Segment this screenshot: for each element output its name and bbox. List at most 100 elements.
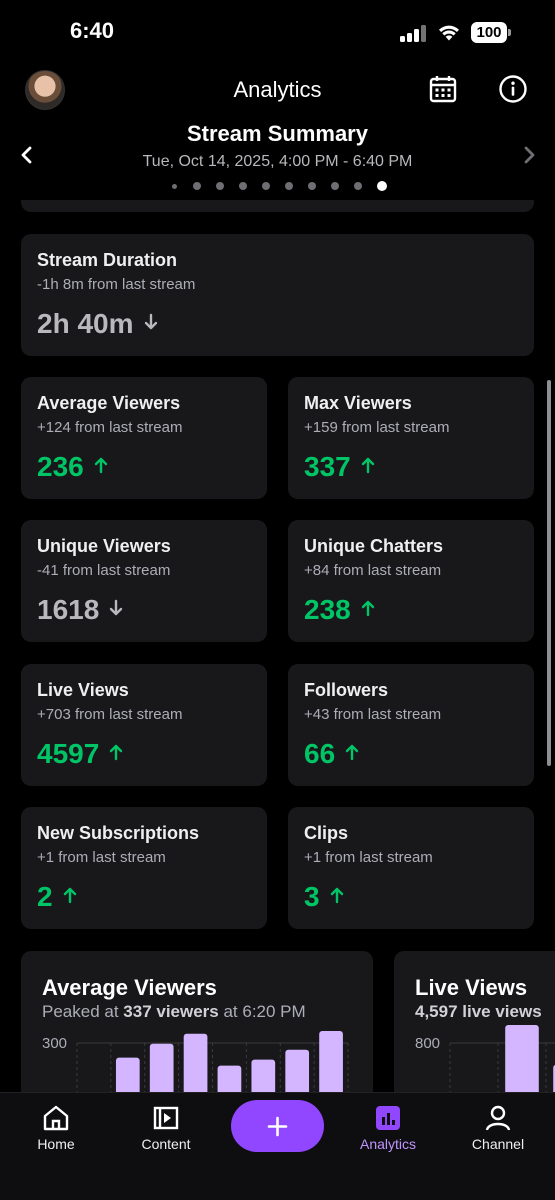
page-dot[interactable] — [216, 182, 224, 190]
card-change: +43 from last stream — [304, 706, 442, 723]
card-value: 238 — [304, 594, 375, 626]
average-viewers-chart: 300 — [42, 1031, 349, 1092]
bottom-nav: Home Content Analytics Channel — [0, 1092, 555, 1200]
y-tick-label: 800 — [415, 1035, 440, 1052]
chevron-left-icon[interactable] — [17, 144, 37, 166]
card-value: 66 — [304, 738, 359, 770]
page-dot[interactable] — [172, 184, 177, 189]
nav-channel[interactable]: Channel — [448, 1103, 548, 1152]
page-dot[interactable] — [239, 182, 247, 190]
metric-card: New Subscriptions +1 from last stream 2 — [21, 807, 267, 929]
previous-card-edge — [21, 200, 534, 212]
content-icon — [153, 1106, 179, 1130]
nav-label: Channel — [471, 1136, 525, 1152]
metric-card: Average Viewers +124 from last stream 236 — [21, 377, 267, 499]
arrow-up-icon — [361, 457, 374, 474]
card-value: 2h 40m — [37, 308, 158, 340]
wifi-icon — [439, 25, 459, 41]
nav-label: Content — [141, 1136, 191, 1152]
card-label: Clips — [304, 823, 349, 843]
card-value: 3 — [304, 881, 344, 913]
cellular-signal-icon — [400, 24, 426, 42]
page-indicator — [170, 180, 390, 192]
calendar-icon[interactable] — [428, 74, 458, 104]
card-value: 236 — [37, 451, 108, 483]
arrow-up-icon — [94, 457, 107, 474]
card-label: New Subscriptions — [37, 823, 200, 843]
card-change: +84 from last stream — [304, 562, 442, 579]
chart-bar[interactable] — [505, 1025, 539, 1092]
page-dot[interactable] — [193, 182, 201, 190]
metric-card: Unique Viewers -41 from last stream 1618 — [21, 520, 267, 642]
live-views-chart: 800 — [415, 1025, 555, 1092]
home-icon — [43, 1105, 69, 1131]
card-label: Followers — [304, 680, 389, 700]
info-icon[interactable] — [498, 74, 528, 104]
summary-title: Stream Summary — [187, 121, 368, 146]
card-label: Live Views — [37, 680, 129, 700]
live-views-chart-card[interactable]: Live Views 4,597 live views 800 — [394, 951, 555, 1092]
page-dot[interactable] — [262, 182, 270, 190]
metric-card: Unique Chatters +84 from last stream 238 — [288, 520, 534, 642]
card-value: 2 — [37, 881, 77, 913]
card-change: -41 from last stream — [37, 562, 171, 579]
metric-card: Followers +43 from last stream 66 — [288, 664, 534, 786]
card-change: +159 from last stream — [304, 419, 450, 436]
page-dot[interactable] — [308, 182, 316, 190]
nav-home[interactable]: Home — [6, 1103, 106, 1152]
page-dot[interactable] — [354, 182, 362, 190]
metric-card: Clips +1 from last stream 3 — [288, 807, 534, 929]
stream-duration-card: Stream Duration -1h 8m from last stream … — [21, 234, 534, 356]
arrow-up-icon — [361, 600, 374, 617]
card-value: 337 — [304, 451, 375, 483]
card-label: Stream Duration — [37, 250, 178, 270]
chart-bar[interactable] — [319, 1031, 343, 1092]
nav-analytics[interactable]: Analytics — [338, 1103, 438, 1152]
status-bar: 6:40 100 — [0, 0, 555, 64]
chart-bar[interactable] — [285, 1049, 310, 1092]
page-dot[interactable] — [377, 181, 387, 191]
card-change: +703 from last stream — [37, 706, 183, 723]
battery-level: 100 — [471, 22, 507, 43]
chart-bar[interactable] — [183, 1033, 208, 1092]
create-button[interactable] — [231, 1100, 324, 1152]
chart-bar[interactable] — [115, 1057, 140, 1092]
page-dot[interactable] — [285, 182, 293, 190]
card-label: Unique Viewers — [37, 536, 171, 556]
card-change: +124 from last stream — [37, 419, 183, 436]
card-change: +1 from last stream — [304, 849, 433, 866]
arrow-down-icon — [110, 599, 123, 616]
page-title: Analytics — [233, 77, 322, 102]
battery-icon: 100 — [471, 22, 511, 43]
page-dot[interactable] — [331, 182, 339, 190]
chart-bar[interactable] — [149, 1043, 174, 1092]
metric-card: Max Viewers +159 from last stream 337 — [288, 377, 534, 499]
scrollbar[interactable] — [547, 380, 551, 766]
status-time: 6:40 — [70, 18, 115, 43]
nav-content[interactable]: Content — [116, 1103, 216, 1152]
chevron-right-icon[interactable] — [519, 144, 539, 166]
card-label: Unique Chatters — [304, 536, 444, 556]
average-viewers-chart-card[interactable]: Average Viewers Peaked at 337 viewers at… — [21, 951, 373, 1092]
arrow-up-icon — [345, 744, 359, 761]
card-change: +1 from last stream — [37, 849, 166, 866]
card-value: 1618 — [37, 594, 123, 626]
analytics-icon — [376, 1106, 400, 1130]
arrow-up-icon — [330, 887, 343, 904]
arrow-up-icon — [63, 887, 76, 904]
y-tick-label: 300 — [42, 1035, 67, 1052]
card-change: -1h 8m from last stream — [37, 276, 196, 293]
card-value: 4597 — [37, 738, 123, 770]
arrow-down-icon — [144, 313, 157, 330]
nav-label: Home — [37, 1136, 75, 1152]
card-label: Average Viewers — [37, 393, 181, 413]
chart-bar[interactable] — [251, 1059, 276, 1092]
card-label: Max Viewers — [304, 393, 412, 413]
metric-card: Live Views +703 from last stream 4597 — [21, 664, 267, 786]
chart-bar[interactable] — [217, 1065, 242, 1092]
nav-label: Analytics — [359, 1136, 417, 1152]
arrow-up-icon — [110, 744, 123, 761]
plus-icon — [267, 1116, 288, 1137]
stats-scroll-area[interactable]: Stream Duration -1h 8m from last stream … — [0, 200, 555, 1092]
stream-date-range: Tue, Oct 14, 2025, 4:00 PM - 6:40 PM — [142, 153, 413, 170]
